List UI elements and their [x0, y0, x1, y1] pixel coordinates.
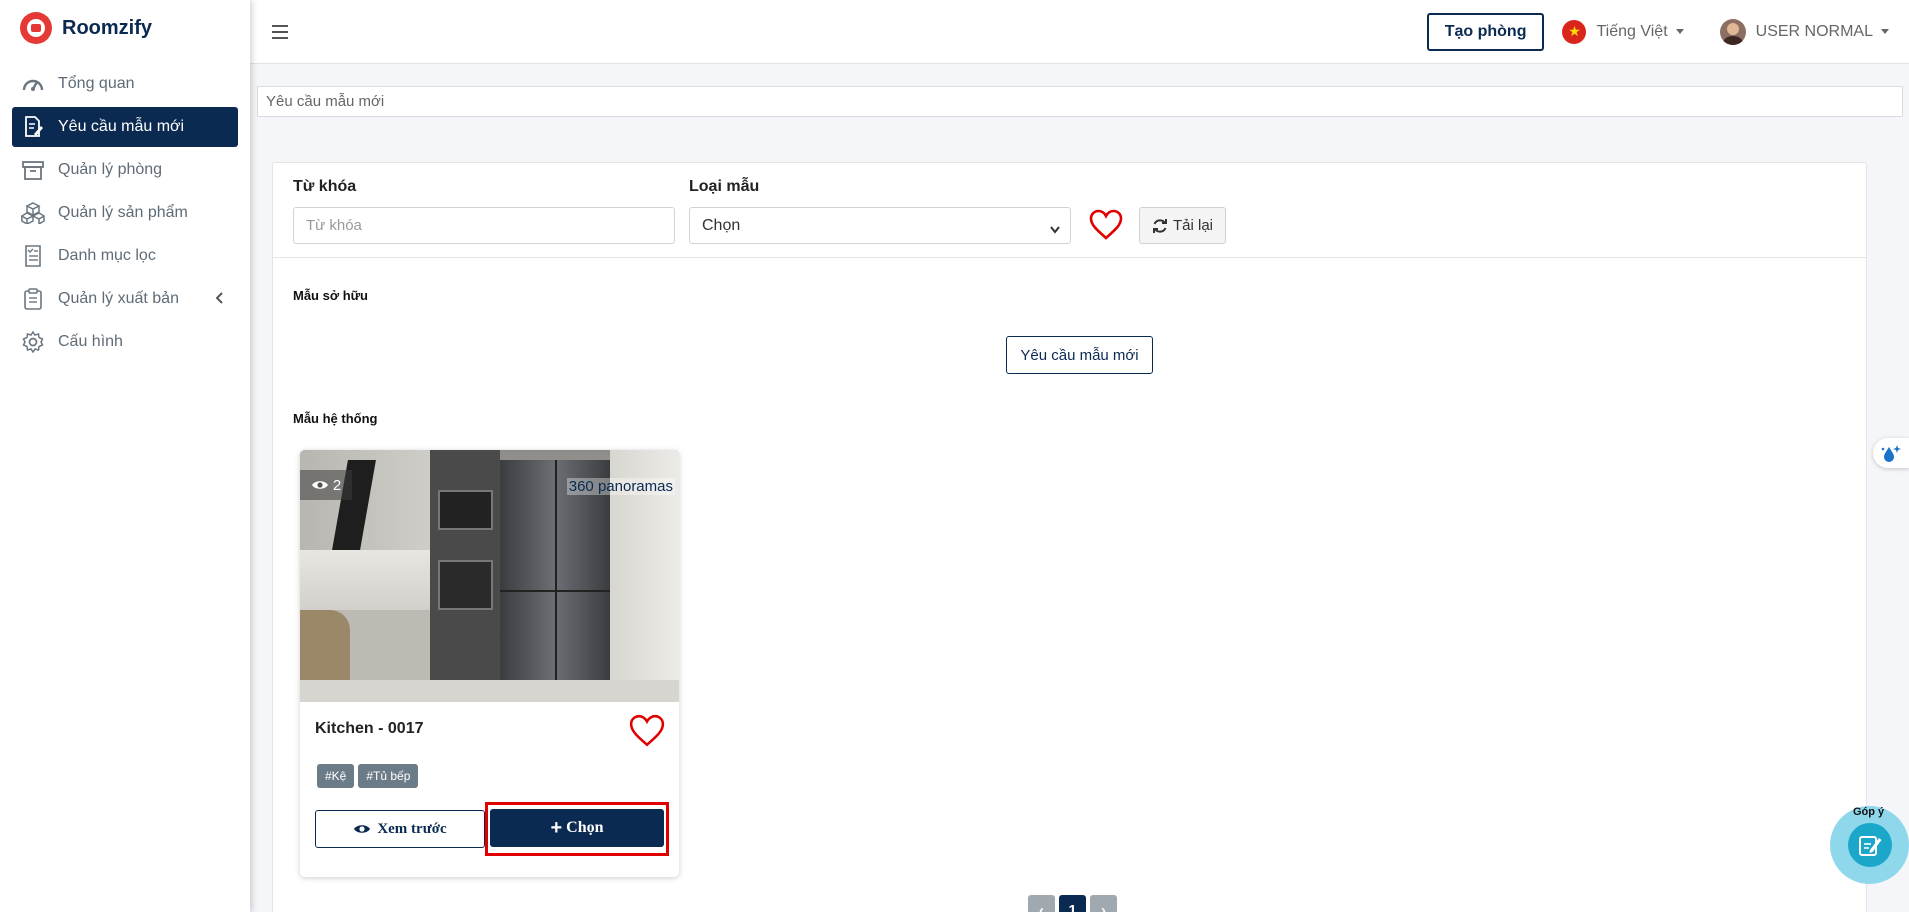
list-document-icon — [20, 243, 46, 269]
sidebar-item-overview[interactable]: Tổng quan — [12, 64, 238, 104]
pagination: ‹ 1 › — [1028, 895, 1121, 912]
clipboard-icon — [20, 286, 46, 312]
reload-label: Tải lại — [1172, 217, 1213, 234]
sidebar-nav: Tổng quan Yêu cầu mẫu mới Quản lý phòng … — [0, 64, 250, 362]
favorite-heart-icon[interactable] — [629, 714, 665, 753]
preview-label: Xem trước — [377, 820, 447, 837]
sidebar-item-settings[interactable]: Cấu hình — [12, 322, 238, 362]
caret-down-icon — [1881, 29, 1889, 34]
user-menu[interactable]: USER NORMAL — [1719, 18, 1889, 45]
template-tags: #Kệ #Tủ bếp — [317, 764, 422, 788]
eye-icon — [311, 481, 328, 489]
reload-button[interactable]: Tải lại — [1139, 207, 1226, 244]
sidebar-item-label: Cấu hình — [58, 333, 123, 350]
gear-icon — [20, 329, 46, 355]
feedback-edit-icon — [1847, 823, 1892, 867]
file-edit-icon — [20, 114, 46, 140]
sidebar-item-product-management[interactable]: Quản lý sản phẩm — [12, 193, 238, 233]
keyword-label: Từ khóa — [293, 178, 357, 195]
sidebar-item-label: Danh mục lọc — [58, 247, 156, 264]
filter-bar: Từ khóa Loại mẫu Chọn Tải lại — [273, 163, 1866, 258]
panorama-count: 360 panoramas — [566, 478, 675, 495]
dashboard-gauge-icon — [20, 71, 46, 97]
sidebar-item-publishing-management[interactable]: Quản lý xuất bản — [12, 279, 238, 319]
hamburger-menu-icon[interactable] — [272, 24, 288, 39]
pagination-prev-button[interactable]: ‹ — [1028, 895, 1055, 912]
tag-badge[interactable]: #Tủ bếp — [358, 764, 419, 788]
sidebar-item-new-template-request[interactable]: Yêu cầu mẫu mới — [12, 107, 238, 147]
sidebar-item-label: Yêu cầu mẫu mới — [58, 118, 185, 135]
tag-badge[interactable]: #Kệ — [317, 764, 355, 788]
sidebar-item-label: Tổng quan — [58, 75, 135, 92]
avatar — [1719, 18, 1746, 45]
sidebar-item-label: Quản lý phòng — [58, 161, 163, 178]
vietnam-flag-icon: ★ — [1562, 19, 1587, 44]
top-bar-actions: Tạo phòng ★ Tiếng Việt USER NORMAL — [1426, 12, 1889, 51]
create-room-button[interactable]: Tạo phòng — [1426, 12, 1545, 51]
keyword-input[interactable] — [293, 207, 675, 244]
plus-icon: + — [550, 816, 563, 839]
floating-droplet-button[interactable] — [1873, 438, 1909, 468]
sidebar-item-filter-categories[interactable]: Danh mục lọc — [12, 236, 238, 276]
preview-button[interactable]: Xem trước — [315, 810, 485, 848]
template-request-panel: Từ khóa Loại mẫu Chọn Tải lại Mẫu sở hữu… — [272, 162, 1867, 912]
owned-templates-title: Mẫu sở hữu — [293, 288, 368, 303]
template-card: 2 360 panoramas Kitchen - 0017 #Kệ #Tủ b… — [300, 450, 679, 877]
template-thumbnail[interactable]: 2 360 panoramas — [300, 450, 679, 702]
sidebar-item-label: Quản lý xuất bản — [58, 290, 179, 307]
choose-label: Chọn — [566, 819, 604, 836]
feedback-label: Góp ý — [1853, 806, 1885, 818]
pagination-next-button[interactable]: › — [1090, 895, 1117, 912]
pagination-page-button[interactable]: 1 — [1059, 895, 1086, 912]
roomzify-logo-icon — [20, 12, 52, 44]
boxes-icon — [20, 200, 46, 226]
sidebar: Roomzify Tổng quan Yêu cầu mẫu mới Quản … — [0, 0, 250, 912]
favorites-filter-heart-icon[interactable] — [1089, 209, 1123, 241]
sidebar-item-label: Quản lý sản phẩm — [58, 204, 188, 221]
breadcrumb: Yêu cầu mẫu mới — [257, 86, 1903, 117]
template-name: Kitchen - 0017 — [315, 720, 424, 737]
user-name: USER NORMAL — [1755, 22, 1873, 40]
template-type-value: Chọn — [702, 216, 741, 234]
view-count: 2 — [332, 476, 342, 494]
choose-button[interactable]: + Chọn — [490, 809, 664, 847]
chevron-left-icon — [215, 291, 224, 309]
language-label: Tiếng Việt — [1596, 22, 1668, 40]
caret-down-icon — [1675, 29, 1684, 34]
refresh-icon — [1152, 218, 1167, 233]
breadcrumb-current: Yêu cầu mẫu mới — [266, 93, 385, 110]
brand[interactable]: Roomzify — [0, 0, 250, 56]
language-selector[interactable]: ★ Tiếng Việt — [1562, 19, 1684, 44]
template-type-select[interactable]: Chọn — [689, 207, 1071, 244]
archive-box-icon — [20, 157, 46, 183]
top-bar: Tạo phòng ★ Tiếng Việt USER NORMAL — [250, 0, 1909, 64]
system-templates-title: Mẫu hệ thống — [293, 411, 378, 426]
sidebar-item-room-management[interactable]: Quản lý phòng — [12, 150, 238, 190]
eye-icon — [354, 825, 371, 833]
chevron-down-icon — [1050, 221, 1060, 239]
request-new-template-button[interactable]: Yêu cầu mẫu mới — [1006, 336, 1153, 374]
choose-button-highlight: + Chọn — [485, 802, 669, 856]
brand-name: Roomzify — [62, 16, 152, 39]
view-count-badge: 2 — [300, 470, 352, 500]
template-type-label: Loại mẫu — [689, 178, 760, 195]
droplet-sparkle-icon — [1881, 445, 1901, 462]
